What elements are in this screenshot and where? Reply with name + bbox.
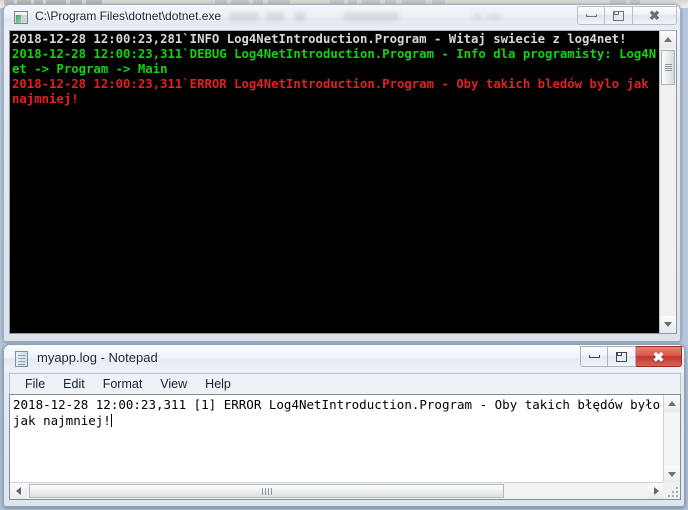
console-line-error: 2018-12-28 12:00:23,311`ERROR Log4NetInt… xyxy=(12,77,657,106)
console-scroll-up-button[interactable] xyxy=(660,31,676,48)
notepad-maximize-button[interactable] xyxy=(608,346,636,367)
notepad-text-editor[interactable]: 2018-12-28 12:00:23,311 [1] ERROR Log4Ne… xyxy=(10,395,665,483)
notepad-window-controls[interactable]: ✖ xyxy=(580,346,682,368)
notepad-scroll-down-button[interactable] xyxy=(664,466,680,483)
notepad-client-area[interactable]: 2018-12-28 12:00:23,311 [1] ERROR Log4Ne… xyxy=(9,394,681,500)
chevron-up-icon xyxy=(664,37,672,42)
console-titlebar[interactable]: C:\Program Files\dotnet\dotnet.exe ✖ xyxy=(4,5,680,30)
console-scroll-down-button[interactable] xyxy=(660,316,676,333)
notepad-hscroll-thumb[interactable] xyxy=(29,484,504,498)
minimize-icon xyxy=(588,355,600,358)
grip-icon xyxy=(664,63,672,72)
chevron-down-icon xyxy=(664,322,672,327)
notepad-document-icon xyxy=(15,351,28,367)
menu-item-help[interactable]: Help xyxy=(196,375,240,393)
console-window-title: C:\Program Files\dotnet\dotnet.exe xyxy=(35,9,222,23)
resize-grip-icon xyxy=(668,487,678,497)
grip-icon xyxy=(261,487,273,495)
notepad-menubar[interactable]: File Edit Format View Help xyxy=(9,373,681,394)
maximize-icon xyxy=(613,10,624,21)
chevron-up-icon xyxy=(668,401,676,406)
aero-glass-artifact xyxy=(486,13,502,20)
chevron-right-icon xyxy=(654,487,659,495)
minimize-icon xyxy=(585,14,597,17)
console-maximize-button[interactable] xyxy=(605,6,633,25)
aero-glass-artifact xyxy=(229,12,259,21)
chevron-left-icon xyxy=(16,487,21,495)
menu-item-view[interactable]: View xyxy=(151,375,196,393)
menu-item-file[interactable]: File xyxy=(16,375,54,393)
notepad-window[interactable]: myapp.log - Notepad ✖ File Edit Format V… xyxy=(3,344,685,507)
close-icon: ✖ xyxy=(652,348,665,365)
menu-item-format[interactable]: Format xyxy=(94,375,152,393)
notepad-horizontal-scrollbar[interactable] xyxy=(10,482,665,499)
console-client-area[interactable]: 2018-12-28 12:00:23,281`INFO Log4NetIntr… xyxy=(9,30,677,334)
menu-item-edit[interactable]: Edit xyxy=(54,375,94,393)
console-close-button[interactable]: ✖ xyxy=(633,6,677,25)
notepad-window-title: myapp.log - Notepad xyxy=(37,350,158,365)
aero-glass-artifact xyxy=(294,12,306,21)
maximize-icon xyxy=(616,351,627,362)
chevron-down-icon xyxy=(668,472,676,477)
aero-glass-artifact xyxy=(266,12,284,21)
notepad-scroll-left-button[interactable] xyxy=(10,483,27,499)
aero-glass-artifact xyxy=(472,13,482,20)
console-vertical-scrollbar[interactable] xyxy=(659,31,676,333)
console-minimize-button[interactable] xyxy=(577,6,605,25)
console-window[interactable]: C:\Program Files\dotnet\dotnet.exe ✖ 201… xyxy=(3,4,681,342)
notepad-minimize-button[interactable] xyxy=(580,346,608,367)
console-window-controls[interactable]: ✖ xyxy=(577,6,677,26)
console-app-icon xyxy=(14,11,28,24)
notepad-resize-grip[interactable] xyxy=(663,482,680,499)
aero-glass-artifact xyxy=(344,12,399,21)
console-output: 2018-12-28 12:00:23,281`INFO Log4NetIntr… xyxy=(10,31,659,333)
notepad-vertical-scrollbar[interactable] xyxy=(663,395,680,483)
notepad-scroll-up-button[interactable] xyxy=(664,395,680,412)
text-caret xyxy=(110,414,112,427)
console-line-info: 2018-12-28 12:00:23,281`INFO Log4NetIntr… xyxy=(12,32,627,46)
notepad-titlebar[interactable]: myapp.log - Notepad ✖ xyxy=(4,345,684,373)
console-scroll-thumb[interactable] xyxy=(661,50,675,85)
close-icon: ✖ xyxy=(649,8,660,23)
console-line-debug: 2018-12-28 12:00:23,311`DEBUG Log4NetInt… xyxy=(12,47,657,76)
notepad-close-button[interactable]: ✖ xyxy=(636,346,682,367)
